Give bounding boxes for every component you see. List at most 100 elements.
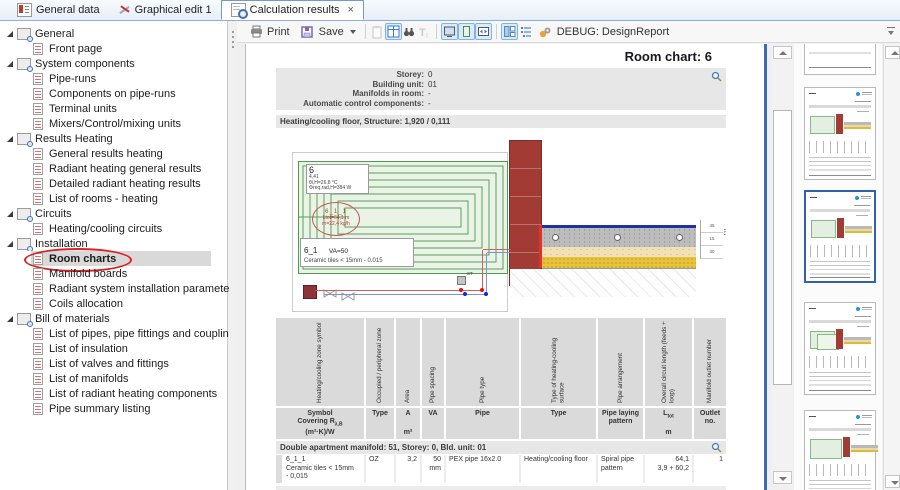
graphical-edit-icon [118, 4, 131, 16]
sidebar-item-components-on-pipe-runs[interactable]: Components on pipe-runs [0, 86, 227, 101]
outline-panel-icon[interactable] [518, 24, 533, 39]
tree-expand-icon[interactable] [7, 31, 13, 37]
header-text: Type [372, 410, 388, 418]
sidebar-item-coils-allocation[interactable]: Coils allocation [0, 296, 227, 311]
scroll-up-button[interactable] [773, 46, 792, 59]
tab-general-data[interactable]: General data [8, 0, 109, 20]
supply-pipe-line [315, 290, 482, 291]
header-text: Ltot [663, 410, 674, 420]
zone-covering: Ceramic tiles < 15mm - 0.015 [304, 258, 410, 265]
page-thumbnail[interactable] [804, 44, 876, 75]
thumbnail-scrollbar[interactable] [883, 44, 900, 490]
find-icon[interactable] [402, 24, 417, 39]
header-text: Pipe arrangement [617, 320, 625, 403]
return-connection-dot [484, 292, 488, 296]
group-label: Circuits [35, 208, 72, 220]
save-dropdown-caret[interactable] [350, 30, 356, 34]
sidebar-group-general[interactable]: General [0, 26, 227, 41]
info-row: Manifolds in room: - [276, 89, 726, 99]
page-thumbnail[interactable] [804, 302, 876, 395]
sidebar-item-list-of-valves-and-fittings[interactable]: List of valves and fittings [0, 356, 227, 371]
cell-area: 3,2 [396, 455, 420, 483]
column-header: Overall circuit length (feeds + loop) [645, 318, 692, 406]
dimension-value: 15 [701, 233, 723, 246]
component-symbol [457, 276, 466, 285]
sidebar-item-terminal-units[interactable]: Terminal units [0, 101, 227, 116]
scroll-down-button[interactable] [773, 471, 792, 484]
tree-expand-icon[interactable] [7, 136, 13, 142]
debug-report-button[interactable]: DEBUG: DesignReport [533, 23, 675, 40]
sidebar-group-results-heating[interactable]: Results Heating [0, 131, 227, 146]
document-scrollbar[interactable] [772, 44, 793, 486]
scroll-up-button[interactable] [885, 46, 900, 59]
dimension-value: 30 [701, 246, 723, 259]
sidebar-item-manifold-boards[interactable]: Manifold boards [0, 266, 227, 281]
sidebar-group-system-components[interactable]: System components [0, 56, 227, 71]
paste-icon[interactable] [370, 24, 385, 39]
tree-expand-icon[interactable] [7, 211, 13, 217]
dimension-total: 111 [724, 228, 726, 236]
tree-expand-icon[interactable] [7, 241, 13, 247]
item-label: List of manifolds [49, 373, 128, 385]
item-label: Front page [49, 43, 102, 55]
table-view-icon[interactable] [385, 23, 402, 40]
sidebar-item-list-of-insulation[interactable]: List of insulation [0, 341, 227, 356]
sidebar-item-list-of-rooms-heating[interactable]: List of rooms - heating [0, 191, 227, 206]
sidebar-item-list-of-pipes[interactable]: List of pipes, pipe fittings and couplin… [0, 326, 227, 341]
sidebar-item-heating-cooling-circuits[interactable]: Heating/cooling circuits [0, 221, 227, 236]
tab-calculation-results[interactable]: Calculation results × [221, 0, 364, 20]
zone-spacing: VA=50 [329, 248, 348, 255]
panel-splitter[interactable] [229, 21, 237, 490]
sidebar-item-detailed-radiant-heating-results[interactable]: Detailed radiant heating results [0, 176, 227, 191]
sidebar-item-list-of-radiant-heating-components[interactable]: List of radiant heating components [0, 386, 227, 401]
tree-expand-icon[interactable] [7, 61, 13, 67]
single-page-view-icon[interactable] [441, 23, 458, 40]
item-label: Coils allocation [49, 298, 123, 310]
supply-connection-dot [480, 288, 484, 292]
printer-icon [248, 24, 263, 39]
zoom-icon[interactable] [711, 442, 722, 453]
sidebar-item-radiant-system-installation-parameters[interactable]: Radiant system installation parameters [0, 281, 227, 296]
fit-width-icon[interactable] [475, 23, 492, 40]
toolbar-overflow-icon[interactable] [885, 26, 897, 38]
column-header: Ltot m [645, 408, 692, 439]
report-page-icon [33, 73, 43, 85]
cell-line: 3,9 + 60,2 [648, 465, 689, 474]
print-button[interactable]: Print [243, 23, 295, 40]
document-viewport[interactable]: Room chart: 6 Storey: 0 Building unit: 0… [237, 44, 771, 490]
page-thumbnail[interactable] [804, 87, 876, 180]
item-label: Detailed radiant heating results [49, 178, 201, 190]
scrollbar-thumb[interactable] [773, 110, 792, 385]
close-icon[interactable]: × [348, 5, 354, 15]
page-layout-view-icon[interactable] [458, 23, 475, 40]
dimension-labels: 45 15 30 [700, 220, 723, 259]
sidebar-item-pipe-summary-listing[interactable]: Pipe summary listing [0, 401, 227, 416]
tree-expand-icon[interactable] [7, 316, 13, 322]
sidebar-item-mixers[interactable]: Mixers/Control/mixing units [0, 116, 227, 131]
sidebar-item-pipe-runs[interactable]: Pipe-runs [0, 71, 227, 86]
sidebar-item-list-of-manifolds[interactable]: List of manifolds [0, 371, 227, 386]
thumbnails-panel-icon[interactable] [501, 23, 518, 40]
scroll-down-button[interactable] [885, 475, 900, 488]
svg-text:T: T [419, 27, 426, 39]
sidebar-item-room-charts[interactable]: Room charts [0, 251, 227, 266]
header-text: Pipe spacing [429, 320, 437, 403]
table-row[interactable]: 6_1_1 Ceramic tiles < 15mm - 0,015 OZ 3,… [276, 455, 726, 483]
page-thumbnail-current[interactable] [804, 190, 876, 283]
sidebar-item-general-results-heating[interactable]: General results heating [0, 146, 227, 161]
sidebar-group-installation[interactable]: Installation [0, 236, 227, 251]
header-text: Occupied / peripheral zone [376, 320, 384, 403]
report-page-icon [33, 328, 43, 340]
report-page-icon [33, 178, 43, 190]
zone-id: 6_1 [304, 246, 317, 255]
sidebar-group-circuits[interactable]: Circuits [0, 206, 227, 221]
sidebar-item-radiant-heating-general-results[interactable]: Radiant heating general results [0, 161, 227, 176]
sidebar-item-front-page[interactable]: Front page [0, 41, 227, 56]
zoom-icon[interactable] [711, 71, 722, 82]
cell-line: Ceramic tiles < 15mm [286, 465, 361, 474]
tab-graphical-edit[interactable]: Graphical edit 1 [109, 0, 221, 20]
save-button[interactable]: Save [295, 23, 361, 40]
text-format-icon[interactable]: TI [417, 24, 432, 39]
page-thumbnail[interactable] [804, 410, 876, 490]
sidebar-group-bill-of-materials[interactable]: Bill of materials [0, 311, 227, 326]
